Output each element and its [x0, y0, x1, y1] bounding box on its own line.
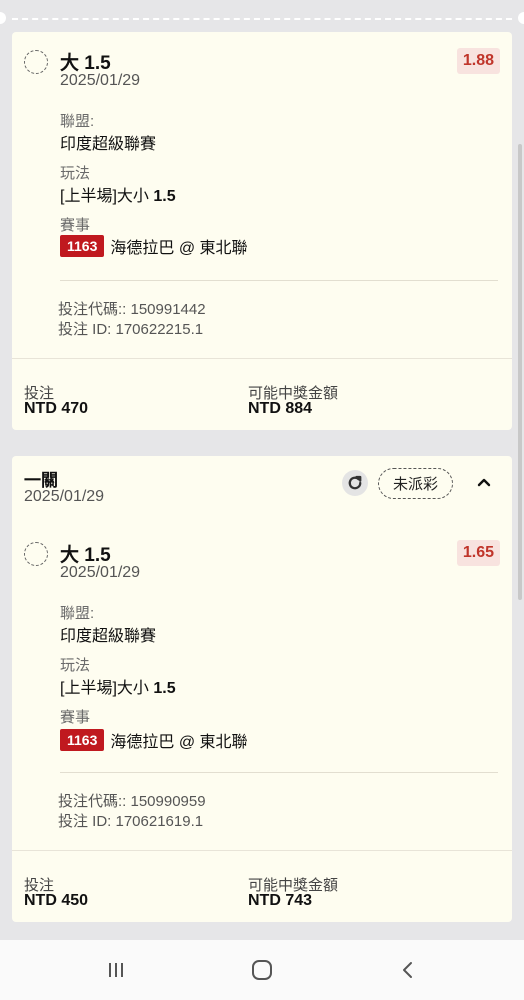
league-value: 印度超級聯賽: [60, 628, 157, 645]
selection-pick: 大 1.5: [60, 53, 111, 74]
league-label: 聯盟:: [60, 113, 95, 130]
recent-apps-button[interactable]: [96, 954, 136, 986]
section-divider: [60, 772, 498, 773]
event-row: 1163 海德拉巴 @ 東北聯: [60, 234, 248, 258]
selection-date: 2025/01/29: [60, 72, 141, 89]
stake-value: NTD 450: [24, 892, 89, 909]
league-value: 印度超級聯賽: [60, 136, 157, 153]
event-label: 賽事: [60, 217, 91, 234]
bet-code: 投注代碼:: 150990959: [58, 793, 206, 810]
home-icon: [252, 960, 272, 980]
bet-id: 投注 ID: 170621619.1: [58, 813, 204, 830]
event-name: 海德拉巴 @ 東北聯: [110, 734, 248, 751]
refresh-button[interactable]: [342, 470, 368, 496]
market-value: [上半場]大小 1.5: [60, 680, 176, 697]
chevron-up-icon: [477, 478, 491, 487]
bet-footer: [12, 358, 512, 359]
recent-apps-icon: [109, 963, 123, 977]
event-label: 賽事: [60, 709, 91, 726]
scrollbar[interactable]: [518, 144, 522, 600]
event-row: 1163 海德拉巴 @ 東北聯: [60, 728, 248, 752]
settlement-status-badge: 未派彩: [378, 468, 454, 499]
market-value: [上半場]大小 1.5: [60, 188, 176, 205]
divider-notch-right: [518, 12, 524, 24]
refresh-icon: [348, 475, 362, 490]
market-label: 玩法: [60, 165, 91, 182]
bet-header-date: 2025/01/29: [24, 488, 105, 505]
event-id-badge: 1163: [60, 729, 105, 751]
bet-id: 投注 ID: 170622215.1: [58, 321, 204, 338]
event-name: 海德拉巴 @ 東北聯: [110, 240, 248, 257]
selection-pick: 大 1.5: [60, 545, 111, 566]
selection-status-icon: [24, 542, 48, 566]
odds-badge: 1.65: [456, 540, 500, 566]
back-button[interactable]: [388, 954, 428, 986]
payout-value: NTD 884: [248, 400, 313, 417]
divider-notch-left: [0, 12, 6, 24]
selection-date: 2025/01/29: [60, 564, 141, 581]
selection-status-icon: [24, 50, 48, 74]
bet-code: 投注代碼:: 150991442: [58, 301, 206, 318]
event-id-badge: 1163: [60, 235, 105, 257]
stake-value: NTD 470: [24, 400, 89, 417]
section-divider: [60, 280, 498, 281]
collapse-button[interactable]: [474, 472, 494, 492]
payout-value: NTD 743: [248, 892, 313, 909]
bet-card-1: 大 1.5 2025/01/29 1.88 聯盟: 印度超級聯賽 玩法 [上半場…: [12, 32, 512, 430]
bet-card-2: 一關 2025/01/29 未派彩 大 1.5 2025/01/29 1.65 …: [12, 456, 512, 922]
home-button[interactable]: [242, 954, 282, 986]
bet-footer: [12, 850, 512, 851]
ticket-divider: [12, 18, 512, 20]
system-nav-bar: [0, 940, 524, 1000]
league-label: 聯盟:: [60, 605, 95, 622]
market-label: 玩法: [60, 657, 91, 674]
back-icon: [403, 962, 412, 978]
odds-badge: 1.88: [456, 48, 500, 74]
